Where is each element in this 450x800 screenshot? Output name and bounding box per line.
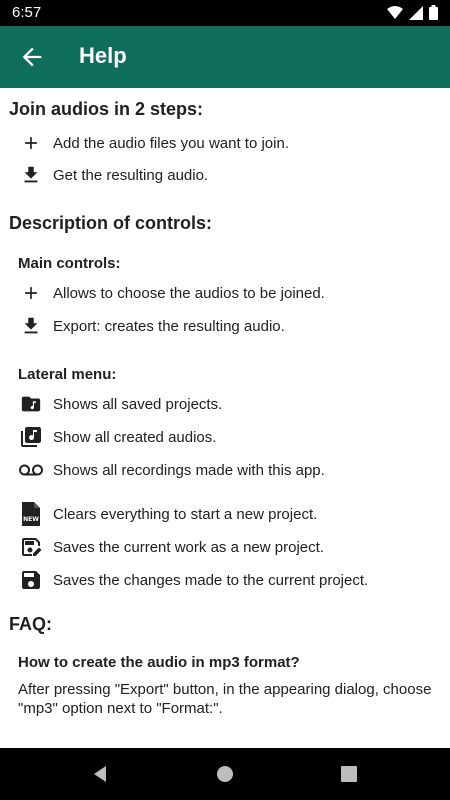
- menu-text: Show all created audios.: [53, 428, 217, 446]
- list-item: Shows all saved projects.: [18, 390, 222, 418]
- join-heading: Join audios in 2 steps:: [9, 99, 204, 119]
- plus-icon: [18, 130, 44, 156]
- list-item: NEW Clears everything to start a new pro…: [18, 500, 317, 528]
- control-text: Export: creates the resulting audio.: [53, 317, 285, 335]
- list-item: Show all created audios.: [18, 423, 216, 451]
- step-text: Get the resulting audio.: [53, 166, 209, 184]
- status-icons: [387, 5, 438, 25]
- list-item: Saves the current work as a new project.: [18, 533, 324, 561]
- download-icon: [18, 162, 44, 188]
- faq-question: How to create the audio in mp3 format?: [18, 654, 300, 671]
- controls-heading: Description of controls:: [9, 213, 213, 233]
- voicemail-icon: [18, 457, 44, 483]
- menu-text: Clears everything to start a new project…: [53, 505, 318, 523]
- step-text: Add the audio files you want to join.: [53, 134, 289, 152]
- status-bar: 6:57: [0, 0, 450, 26]
- menu-text: Shows all recordings made with this app.: [53, 461, 325, 479]
- menu-text: Shows all saved projects.: [53, 395, 223, 413]
- page-title: Help: [79, 43, 127, 68]
- svg-text:NEW: NEW: [23, 516, 39, 523]
- cell-signal-icon: [409, 5, 423, 25]
- battery-icon: [429, 5, 438, 25]
- plus-icon: [18, 280, 44, 306]
- navigation-bar: [0, 748, 450, 800]
- nav-recents-button[interactable]: [337, 762, 361, 786]
- download-icon: [18, 313, 44, 339]
- list-item: Shows all recordings made with this app.: [18, 456, 325, 484]
- menu-text: Saves the changes made to the current pr…: [53, 571, 369, 589]
- main-controls-heading: Main controls:: [18, 255, 121, 272]
- music-library-icon: [18, 424, 44, 450]
- list-item: Export: creates the resulting audio.: [18, 312, 285, 340]
- square-recents-icon: [341, 766, 357, 782]
- circle-home-icon: [217, 766, 233, 782]
- lateral-menu-heading: Lateral menu:: [18, 366, 117, 383]
- new-file-icon: NEW: [18, 501, 44, 527]
- list-item: Saves the changes made to the current pr…: [18, 566, 368, 594]
- wifi-icon: [387, 5, 403, 25]
- nav-back-button[interactable]: [88, 762, 112, 786]
- list-item: Add the audio files you want to join.: [18, 129, 289, 157]
- arrow-back-icon: [22, 47, 42, 67]
- app-bar: Help: [0, 26, 450, 88]
- status-time: 6:57: [12, 4, 42, 21]
- folder-music-icon: [18, 391, 44, 417]
- save-as-icon: [18, 534, 44, 560]
- nav-home-button[interactable]: [213, 762, 237, 786]
- triangle-back-icon: [94, 766, 106, 782]
- list-item: Get the resulting audio.: [18, 161, 208, 189]
- back-button[interactable]: [18, 43, 46, 71]
- faq-heading: FAQ:: [9, 614, 52, 634]
- faq-answer: After pressing "Export" button, in the a…: [18, 681, 432, 717]
- menu-text: Saves the current work as a new project.: [53, 538, 324, 556]
- list-item: Allows to choose the audios to be joined…: [18, 279, 325, 307]
- control-text: Allows to choose the audios to be joined…: [53, 284, 325, 302]
- help-content[interactable]: Join audios in 2 steps: Add the audio fi…: [0, 88, 450, 748]
- save-icon: [18, 567, 44, 593]
